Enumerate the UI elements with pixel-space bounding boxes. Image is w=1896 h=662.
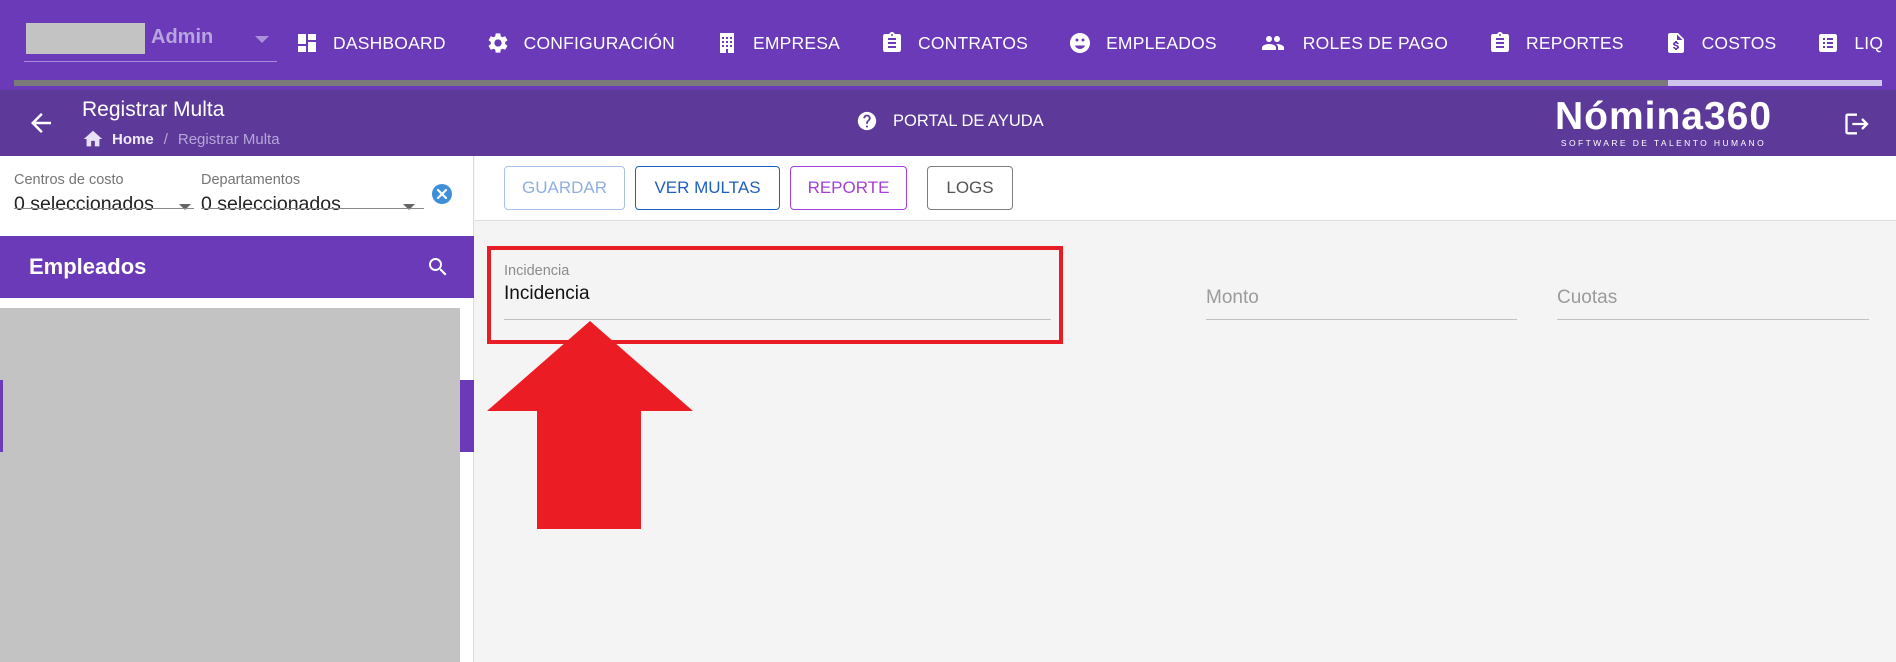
report-button[interactable]: REPORTE [790, 166, 907, 210]
nav-item-roles-de-pago[interactable]: ROLES DE PAGO [1257, 31, 1448, 55]
nav-item-empresa[interactable]: EMPRESA [715, 31, 840, 55]
nav-item-label: DASHBOARD [333, 32, 446, 53]
building-icon [720, 33, 735, 53]
account-avatar-redacted [26, 23, 145, 54]
back-button[interactable] [26, 108, 56, 138]
nav-item-label: EMPLEADOS [1106, 32, 1217, 53]
dollar-file-icon [1667, 33, 1684, 53]
cuotas-underline [1557, 319, 1869, 320]
nav-item-reportes[interactable]: REPORTES [1488, 31, 1624, 55]
breadcrumb-separator: / [163, 130, 168, 148]
breadcrumb: Home / Registrar Multa [82, 128, 280, 150]
monto-field[interactable]: Monto [1206, 287, 1259, 309]
filter-label: Departamentos [201, 172, 301, 188]
employee-list-scrollbar[interactable] [460, 380, 474, 452]
clipboard-icon [883, 32, 901, 52]
nav-item-label: COSTOS [1701, 32, 1777, 53]
nav-item-liquidaciones[interactable]: LIQUIDACIONE [1816, 31, 1884, 55]
dashboard-icon [298, 34, 316, 52]
page-header: Registrar Multa Home / Registrar Multa P… [0, 90, 1896, 156]
employee-sidebar: Centros de costo 0 seleccionados Departa… [0, 156, 474, 662]
clipboard-list-icon [1491, 32, 1510, 52]
nav-scroll-thumb[interactable] [1668, 80, 1882, 86]
breadcrumb-current: Registrar Multa [177, 130, 280, 148]
nav-scroll-track[interactable] [14, 80, 1882, 86]
nav-item-contratos[interactable]: CONTRATOS [880, 31, 1028, 55]
arrow-back-icon [31, 113, 51, 133]
main-content: GUARDAR VER MULTAS REPORTE LOGS Incidenc… [475, 156, 1896, 662]
logs-button[interactable]: LOGS [927, 166, 1013, 210]
filter-centros-de-costo[interactable]: Centros de costo 0 seleccionados [14, 172, 154, 216]
up-arrow-annotation-icon [487, 321, 693, 529]
nav-item-label: CONTRATOS [918, 32, 1029, 53]
employee-list-redacted[interactable] [0, 308, 460, 662]
brand-logo: Nómina360 SOFTWARE DE TALENTO HUMANO [1551, 95, 1776, 149]
page-title: Registrar Multa [82, 98, 225, 121]
help-portal-label: PORTAL DE AYUDA [893, 111, 1044, 130]
employees-header: Empleados [0, 236, 474, 298]
nav-item-label: EMPRESA [753, 32, 840, 53]
dropdown-caret-icon[interactable] [403, 204, 415, 210]
filter-underline [201, 208, 424, 209]
monto-underline [1206, 319, 1517, 320]
cuotas-placeholder: Cuotas [1557, 287, 1618, 308]
nav-item-costos[interactable]: COSTOS [1664, 31, 1777, 55]
breadcrumb-home-link[interactable]: Home [112, 131, 154, 148]
filter-value: 0 seleccionados [14, 193, 154, 215]
search-icon[interactable] [426, 255, 450, 279]
dropdown-caret-icon[interactable] [179, 204, 191, 210]
filter-label: Centros de costo [14, 172, 124, 188]
action-toolbar: GUARDAR VER MULTAS REPORTE LOGS [475, 156, 1896, 221]
help-portal-link[interactable]: PORTAL DE AYUDA [856, 110, 1044, 132]
caret-down-icon [255, 36, 269, 43]
clear-filters-icon[interactable] [431, 183, 453, 205]
filter-departamentos[interactable]: Departamentos 0 seleccionados [201, 172, 341, 216]
gear-icon [488, 33, 507, 53]
nav-item-dashboard[interactable]: DASHBOARD [295, 31, 446, 55]
nav-item-label: REPORTES [1526, 32, 1624, 53]
monto-placeholder: Monto [1206, 287, 1259, 308]
account-name: Admin [151, 26, 214, 48]
face-icon [1070, 33, 1091, 53]
filter-value: 0 seleccionados [201, 193, 341, 215]
nav-item-empleados[interactable]: EMPLEADOS [1068, 31, 1217, 55]
save-button[interactable]: GUARDAR [504, 166, 625, 210]
account-selector[interactable]: Admin [24, 22, 277, 62]
brand-logo-name: Nómina360 [1554, 95, 1773, 138]
help-circle-icon [857, 111, 877, 131]
main-menu: DASHBOARD CONFIGURACIÓN EMPRESA CONTRATO… [295, 22, 1884, 64]
people-icon [1261, 36, 1284, 50]
selected-employee-indicator [0, 380, 3, 452]
list-icon [1819, 34, 1838, 52]
nav-item-configuracion[interactable]: CONFIGURACIÓN [486, 31, 675, 55]
nav-item-label: ROLES DE PAGO [1302, 32, 1449, 53]
view-fines-button[interactable]: VER MULTAS [635, 166, 780, 210]
brand-logo-tagline: SOFTWARE DE TALENTO HUMANO [1560, 138, 1767, 148]
nav-item-label: LIQUIDACIONE [1854, 32, 1884, 53]
home-icon [83, 130, 103, 147]
nav-item-label: CONFIGURACIÓN [523, 32, 676, 53]
employees-title: Empleados [29, 254, 147, 279]
logout-button[interactable] [1843, 110, 1871, 138]
cuotas-field[interactable]: Cuotas [1557, 287, 1617, 309]
logout-icon [1845, 113, 1869, 135]
filter-underline [14, 208, 194, 209]
top-navbar: Admin DASHBOARD CONFIGURACIÓN EMPRESA CO… [0, 0, 1896, 90]
